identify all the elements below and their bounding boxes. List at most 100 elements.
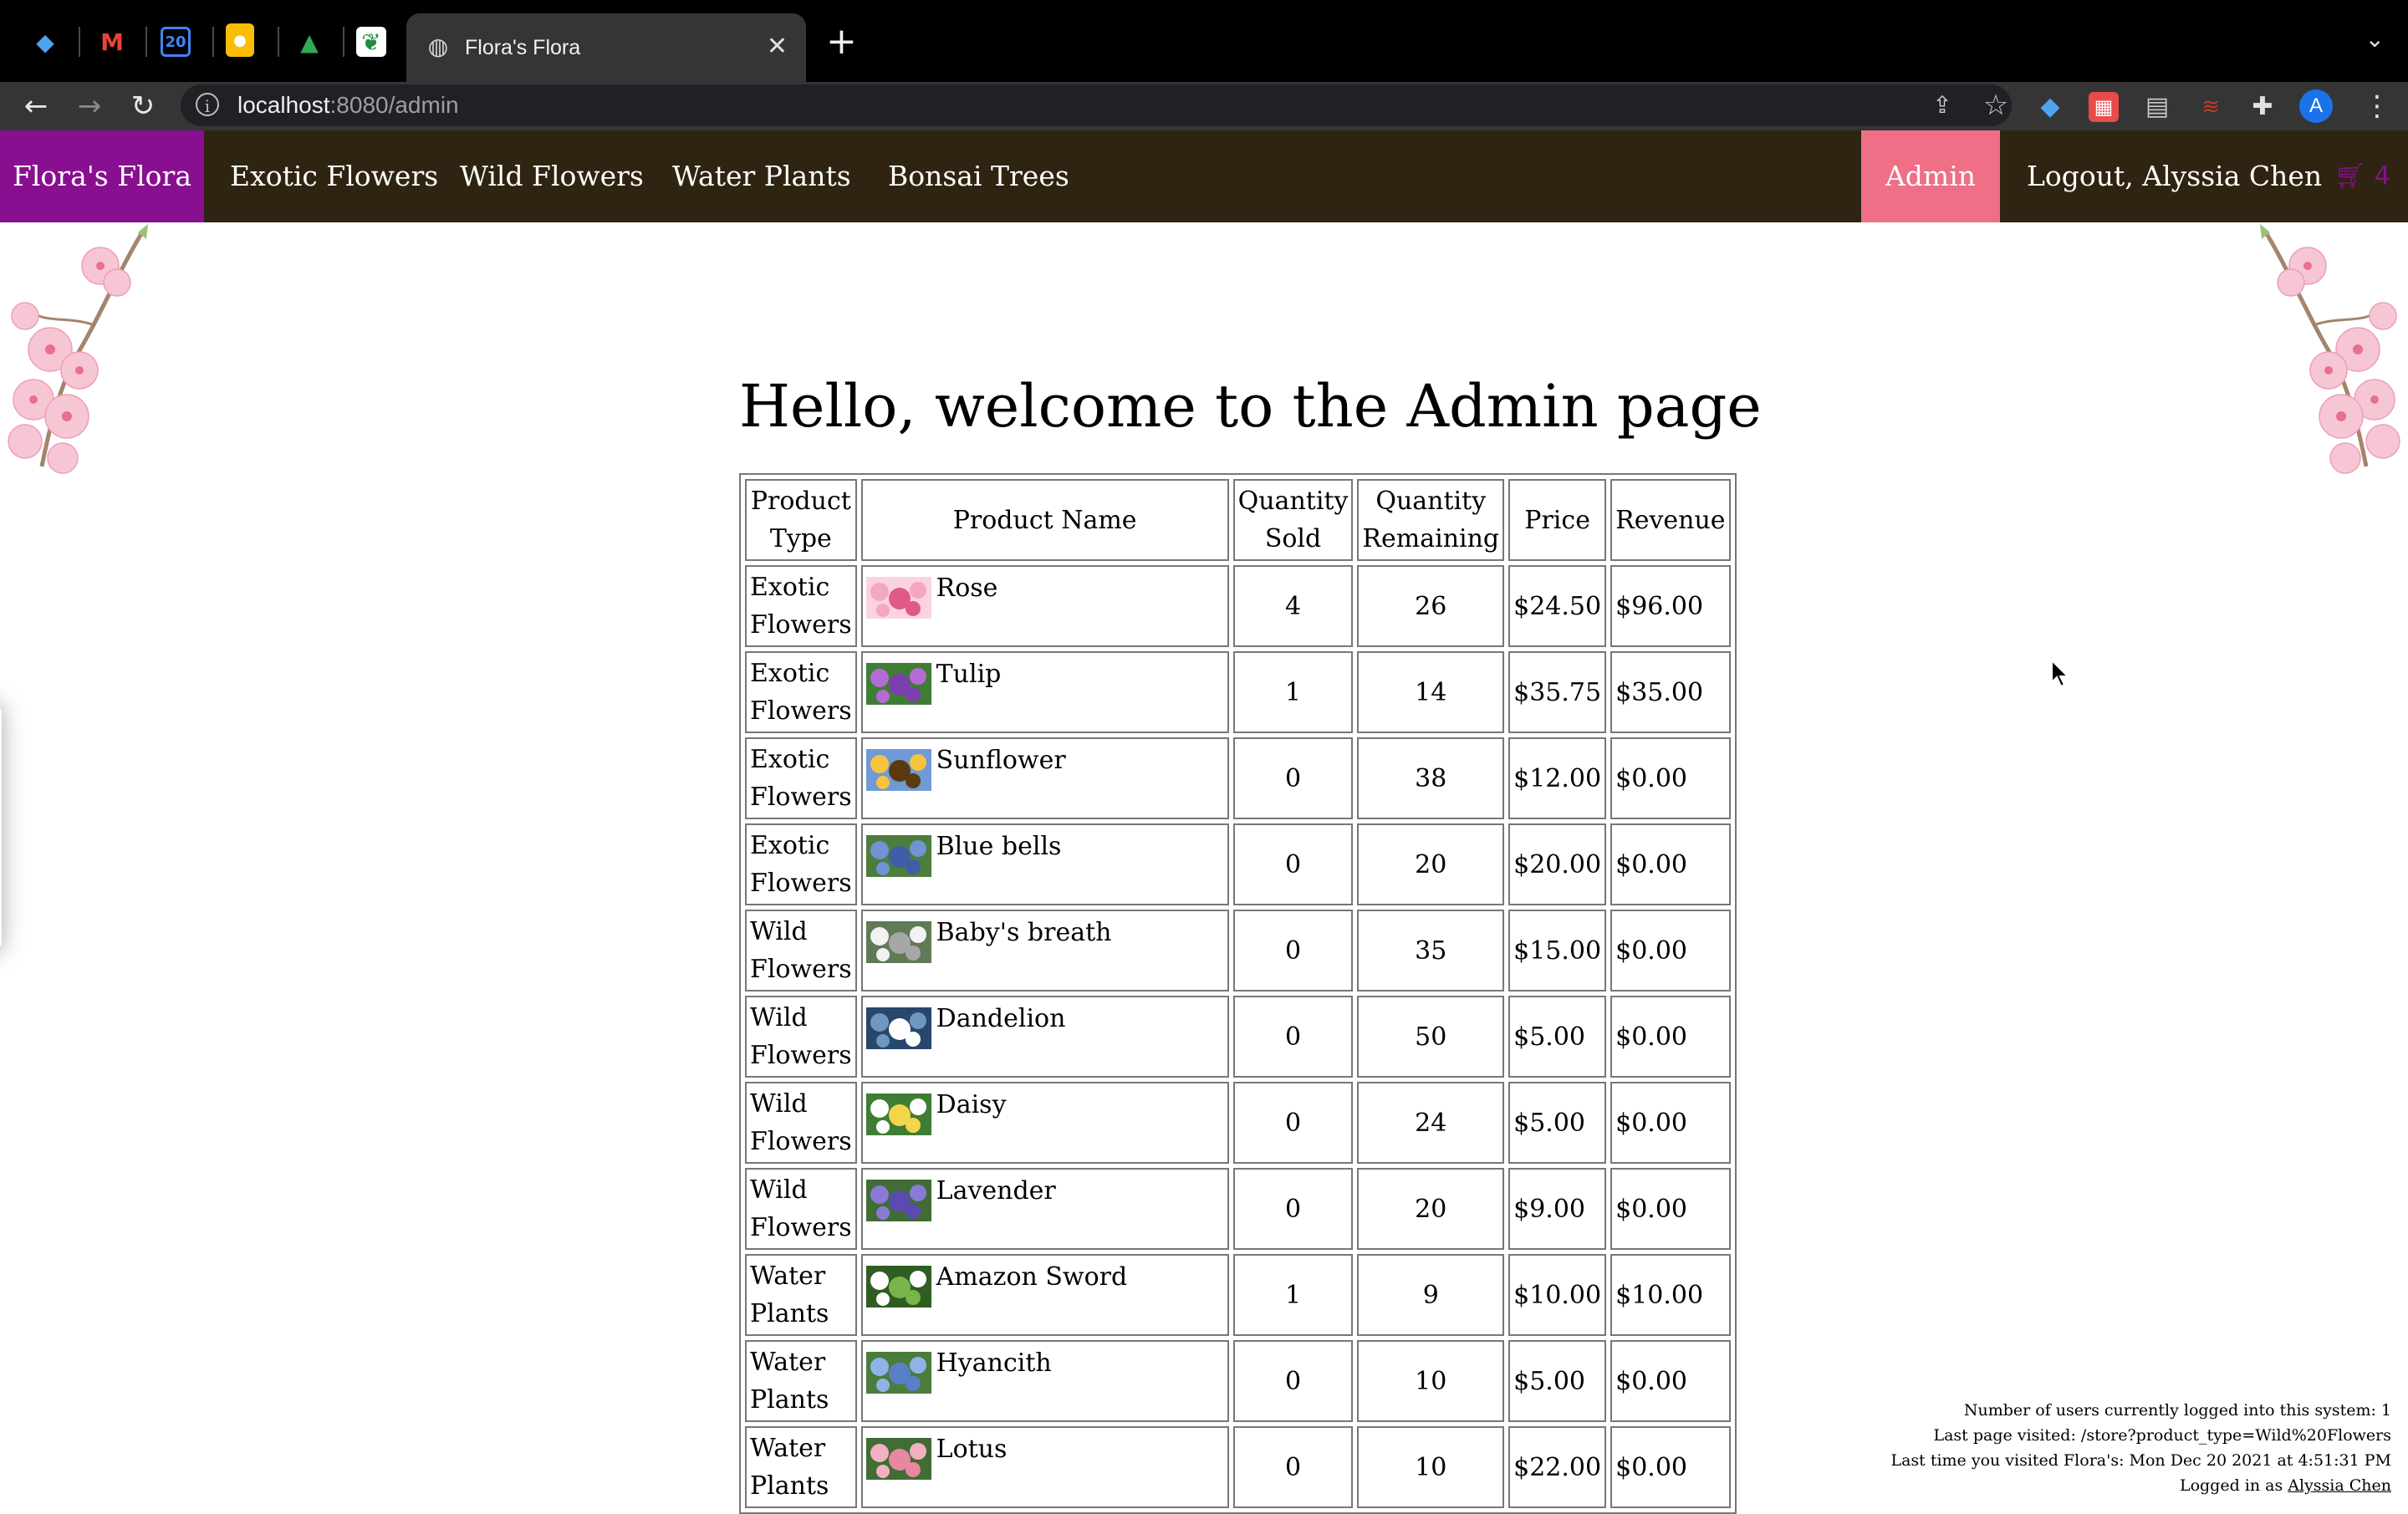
tab-title: Flora's Flora (465, 36, 581, 59)
back-button[interactable]: ← (17, 87, 55, 125)
logout-link[interactable]: Logout, Alyssia Chen (2027, 130, 2322, 222)
product-name-text: Sunflower (936, 746, 1066, 775)
tab-separator (145, 27, 147, 57)
bookmark-star-icon[interactable]: ☆ (1982, 91, 2010, 120)
extensions-puzzle-icon[interactable]: ✚ (2247, 92, 2278, 122)
quantity-sold-cell: 4 (1232, 565, 1354, 647)
drive-icon[interactable]: ▲ (291, 23, 328, 60)
reload-button[interactable]: ↻ (124, 87, 162, 125)
table-row: Wild Flowers Daisy 0 24 $5.00 $0.00 (745, 1082, 1731, 1164)
tab-list-chevron-icon[interactable]: ⌄ (2365, 25, 2385, 53)
share-icon[interactable]: ⇪ (1928, 91, 1956, 120)
quantity-remaining-cell: 38 (1357, 737, 1505, 819)
table-row: Wild Flowers Lavender 0 20 $9.00 $0.00 (745, 1168, 1731, 1250)
tab-separator (212, 27, 214, 57)
inventory-table-body: Exotic Flowers Rose 4 26 $24.50 $96.00 Exotic … (745, 565, 1731, 1508)
product-name-text: Baby's breath (936, 918, 1112, 947)
last-visit-line: Last time you visited Flora's: Mon Dec 2… (1890, 1451, 2391, 1470)
product-type-cell: Exotic Flowers (745, 823, 857, 905)
calendar-extension-icon[interactable]: ▦ (2089, 92, 2119, 122)
price-cell: $10.00 (1508, 1254, 1607, 1336)
revenue-cell: $10.00 (1610, 1254, 1731, 1336)
active-tab[interactable]: ◍ Flora's Flora ✕ (406, 13, 806, 82)
revenue-cell: $0.00 (1610, 996, 1731, 1078)
close-tab-icon[interactable]: ✕ (767, 32, 788, 62)
forward-button[interactable]: → (70, 87, 109, 125)
diamond-icon[interactable]: ◆ (27, 23, 64, 60)
price-cell: $15.00 (1508, 910, 1607, 991)
quantity-remaining-cell: 14 (1357, 651, 1505, 733)
quantity-sold-cell: 1 (1232, 1254, 1354, 1336)
product-thumbnail-image (865, 921, 931, 963)
diamond-extension-icon[interactable]: ◆ (2035, 92, 2065, 122)
price-cell: $12.00 (1508, 737, 1607, 819)
table-row: Exotic Flowers Tulip 1 14 $35.75 $35.00 (745, 651, 1731, 733)
quantity-remaining-cell: 24 (1357, 1082, 1505, 1164)
last-page-line: Last page visited: /store?product_type=W… (1933, 1426, 2391, 1445)
site-info-icon[interactable]: i (196, 93, 219, 116)
quantity-remaining-cell: 50 (1357, 996, 1505, 1078)
product-thumbnail-image (865, 749, 931, 791)
column-header-price: Price (1508, 479, 1607, 561)
leaf-icon[interactable]: ❦ (356, 27, 386, 57)
nav-link-admin[interactable]: Admin (1861, 130, 2000, 222)
nav-link-wild-flowers[interactable]: Wild Flowers (460, 130, 644, 222)
stripes-extension-icon[interactable]: ≋ (2196, 92, 2226, 122)
column-header-revenue: Revenue (1610, 479, 1731, 561)
product-name-text: Daisy (936, 1090, 1007, 1119)
revenue-cell: $0.00 (1610, 910, 1731, 991)
quantity-remaining-cell: 20 (1357, 1168, 1505, 1250)
keep-icon[interactable]: ● (226, 23, 254, 57)
product-name-cell: Lavender (860, 1168, 1229, 1250)
document-extension-icon[interactable]: ▤ (2142, 92, 2172, 122)
brand-link[interactable]: Flora's Flora (0, 130, 204, 222)
product-thumbnail-image (865, 1093, 931, 1135)
product-name-text: Lavender (936, 1176, 1056, 1206)
nav-link-water-plants[interactable]: Water Plants (672, 130, 851, 222)
revenue-cell: $35.00 (1610, 651, 1731, 733)
profile-avatar[interactable]: A (2299, 89, 2333, 123)
quantity-remaining-cell: 20 (1357, 823, 1505, 905)
table-row: Water Plants Lotus 0 10 $22.00 $0.00 (745, 1426, 1731, 1508)
revenue-cell: $0.00 (1610, 737, 1731, 819)
product-type-cell: Wild Flowers (745, 910, 857, 991)
revenue-cell: $0.00 (1610, 823, 1731, 905)
revenue-cell: $96.00 (1610, 565, 1731, 647)
browser-menu-icon[interactable]: ⋮ (2363, 87, 2391, 125)
quantity-sold-cell: 0 (1232, 737, 1354, 819)
logged-in-user-link[interactable]: Alyssia Chen (2288, 1476, 2391, 1495)
calendar-icon[interactable]: 20 (161, 27, 191, 57)
product-type-cell: Wild Flowers (745, 1168, 857, 1250)
nav-link-exotic-flowers[interactable]: Exotic Flowers (230, 130, 438, 222)
table-row: Water Plants Hyancith 0 10 $5.00 $0.00 (745, 1340, 1731, 1422)
product-name-cell: Amazon Sword (860, 1254, 1229, 1336)
gmail-icon[interactable]: M (94, 23, 130, 60)
quantity-sold-cell: 0 (1232, 823, 1354, 905)
price-cell: $5.00 (1508, 1082, 1607, 1164)
new-tab-button[interactable]: + (826, 20, 857, 64)
product-name-cell: Rose (860, 565, 1229, 647)
tab-separator (278, 27, 279, 57)
table-row: Exotic Flowers Blue bells 0 20 $20.00 $0.00 (745, 823, 1731, 905)
browser-toolbar: ← → ↻ i localhost:8080/admin ⇪ ☆ ◆ ▦ ▤ ≋… (0, 82, 2408, 130)
cart-count: 4 (2374, 161, 2390, 191)
users-logged-in-line: Number of users currently logged into th… (1963, 1401, 2391, 1420)
cart-link[interactable]: 🛒︎ 4 (2334, 130, 2390, 222)
url-text[interactable]: localhost:8080/admin (237, 84, 459, 126)
product-name-cell: Blue bells (860, 823, 1229, 905)
product-name-cell: Lotus (860, 1426, 1229, 1508)
browser-tab-bar: ◆ M 20 ● ▲ ❦ ◍ Flora's Flora ✕ + ⌄ (0, 0, 2408, 82)
product-type-cell: Water Plants (745, 1254, 857, 1336)
logged-in-line: Logged in as Alyssia Chen (1890, 1473, 2391, 1498)
price-cell: $22.00 (1508, 1426, 1607, 1508)
column-header-quantity-remaining: Quantity Remaining (1357, 479, 1505, 561)
side-panel-handle[interactable] (0, 702, 2, 953)
product-type-cell: Exotic Flowers (745, 737, 857, 819)
cherry-blossom-right-decoration (2260, 224, 2400, 474)
revenue-cell: $0.00 (1610, 1082, 1731, 1164)
quantity-remaining-cell: 10 (1357, 1340, 1505, 1422)
nav-link-bonsai-trees[interactable]: Bonsai Trees (888, 130, 1069, 222)
product-name-text: Amazon Sword (936, 1262, 1128, 1292)
address-bar[interactable]: i localhost:8080/admin ⇪ ☆ (181, 84, 2012, 126)
product-type-cell: Wild Flowers (745, 1082, 857, 1164)
